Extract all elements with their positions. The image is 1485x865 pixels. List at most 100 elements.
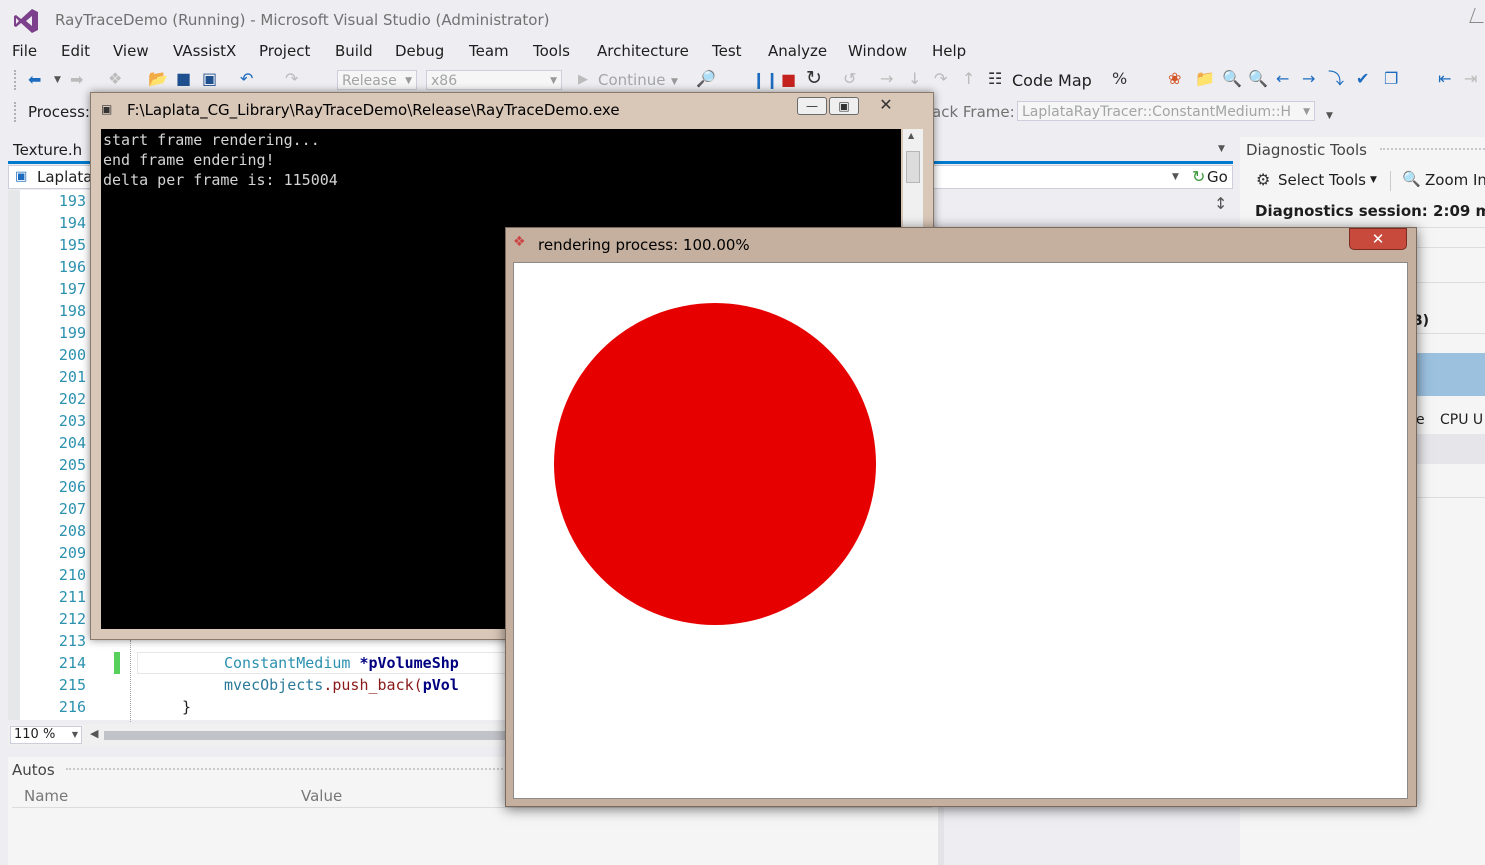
- copy-icon[interactable]: ❐: [1384, 71, 1398, 87]
- timeline-selection[interactable]: [1410, 353, 1485, 396]
- render-window[interactable]: ❖ rendering process: 100.00% ✕: [505, 227, 1417, 807]
- forward-arrow-icon[interactable]: ➡: [70, 72, 83, 88]
- line-number: 213: [58, 632, 86, 650]
- split-window-icon[interactable]: ↕: [1214, 194, 1227, 213]
- menu-build[interactable]: Build: [335, 42, 373, 60]
- menu-view[interactable]: View: [113, 42, 149, 60]
- console-close-button[interactable]: ✕: [861, 97, 911, 113]
- open-folder-icon[interactable]: 📂: [148, 71, 168, 87]
- step-into-icon[interactable]: →: [880, 71, 893, 87]
- stop-debugging-icon[interactable]: ■: [781, 72, 796, 88]
- menu-file[interactable]: File: [12, 42, 37, 60]
- project-scope-select[interactable]: Laplata: [37, 168, 93, 186]
- percent-icon[interactable]: %: [1112, 71, 1127, 87]
- redo-icon[interactable]: ↷: [285, 71, 298, 87]
- render-canvas: [513, 262, 1408, 799]
- find-references-icon[interactable]: 🔍: [1248, 71, 1268, 87]
- find-icon[interactable]: 🔎: [696, 71, 716, 87]
- autos-column-name[interactable]: Name: [24, 787, 68, 805]
- new-project-icon[interactable]: ❖: [108, 71, 122, 87]
- solution-platform-select[interactable]: x86 ▼: [426, 70, 562, 90]
- back-arrow-icon[interactable]: ⬅: [28, 72, 41, 88]
- restart-icon[interactable]: ↻: [806, 69, 822, 88]
- check-icon[interactable]: ✔: [1356, 71, 1369, 87]
- goto-related-icon[interactable]: ⤵: [1328, 71, 1344, 87]
- menu-test[interactable]: Test: [712, 42, 742, 60]
- scrollbar-thumb[interactable]: [906, 151, 920, 183]
- autos-column-value[interactable]: Value: [301, 787, 342, 805]
- step-out-icon[interactable]: ↷: [934, 71, 947, 87]
- table-header: [1410, 434, 1485, 464]
- tab-dropdown-icon[interactable]: ▼: [1218, 144, 1225, 154]
- pane-splitter[interactable]: [938, 805, 944, 865]
- visual-studio-logo-icon: [14, 9, 38, 33]
- menu-tools[interactable]: Tools: [533, 42, 570, 60]
- go-button[interactable]: Go: [1207, 168, 1228, 186]
- line-number: 195: [58, 236, 86, 254]
- console-title: F:\Laplata_CG_Library\RayTraceDemo\Relea…: [127, 101, 620, 119]
- line-number: 198: [58, 302, 86, 320]
- menu-vassistx[interactable]: VAssistX: [173, 42, 236, 60]
- menu-architecture[interactable]: Architecture: [597, 42, 689, 60]
- open-file-icon[interactable]: 📁: [1195, 71, 1215, 87]
- continue-button[interactable]: Continue: [598, 71, 665, 89]
- zoom-in-icon: 🔍: [1402, 170, 1421, 188]
- divider: [1410, 282, 1485, 283]
- save-icon[interactable]: ■: [176, 71, 191, 87]
- menu-project[interactable]: Project: [259, 42, 310, 60]
- console-minimize-button[interactable]: —: [797, 97, 827, 115]
- code-map-button[interactable]: Code Map: [1012, 71, 1092, 90]
- menu-edit[interactable]: Edit: [61, 42, 90, 60]
- line-number: 208: [58, 522, 86, 540]
- horizontal-scrollbar-thumb[interactable]: [104, 731, 524, 740]
- tab-texture-h[interactable]: Texture.h: [13, 141, 82, 159]
- menu-team[interactable]: Team: [469, 42, 509, 60]
- chevron-down-icon[interactable]: ▼: [1370, 175, 1377, 185]
- stack-frame-select[interactable]: LaplataRayTracer::ConstantMedium::H ▼: [1017, 101, 1315, 121]
- step-over-icon[interactable]: ↓: [908, 71, 921, 87]
- vassist-icon[interactable]: ❀: [1168, 71, 1181, 87]
- toolbar-grip[interactable]: [14, 70, 20, 90]
- menu-bar: File Edit View VAssistX Project Build De…: [0, 40, 1485, 64]
- minimize-caption-icon[interactable]: [1469, 8, 1485, 23]
- show-next-statement-icon[interactable]: ↺: [843, 71, 856, 87]
- go-refresh-icon[interactable]: ↻: [1192, 167, 1205, 186]
- line-number: 197: [58, 280, 86, 298]
- goto-back-icon[interactable]: ←: [1276, 71, 1289, 87]
- scroll-left-icon[interactable]: ◀: [90, 727, 98, 740]
- toolbar-grip[interactable]: [14, 102, 20, 122]
- menu-help[interactable]: Help: [932, 42, 966, 60]
- line-number: 205: [58, 456, 86, 474]
- line-number: 199: [58, 324, 86, 342]
- menu-window[interactable]: Window: [848, 42, 907, 60]
- zoom-in-button[interactable]: Zoom In: [1425, 171, 1485, 189]
- outdent-icon[interactable]: ⇤: [1438, 71, 1451, 87]
- menu-debug[interactable]: Debug: [395, 42, 444, 60]
- goto-forward-icon[interactable]: →: [1302, 71, 1315, 87]
- indent-icon[interactable]: ⇥: [1464, 71, 1477, 87]
- step-up-icon[interactable]: ↑: [962, 71, 975, 87]
- render-close-button[interactable]: ✕: [1349, 228, 1407, 250]
- divider: [1410, 247, 1485, 248]
- tab-column-fragment[interactable]: e: [1416, 412, 1425, 428]
- undo-icon[interactable]: ↶: [240, 71, 253, 87]
- continue-play-icon[interactable]: ▶: [578, 72, 588, 88]
- code-map-icon[interactable]: ☷: [988, 71, 1002, 87]
- chevron-down-icon[interactable]: ▼: [1172, 172, 1179, 182]
- save-all-icon[interactable]: ▣: [202, 71, 217, 87]
- zoom-select[interactable]: 110 % ▼: [10, 726, 82, 744]
- chevron-down-icon[interactable]: ▼: [54, 72, 61, 88]
- find-symbol-icon[interactable]: 🔍: [1222, 71, 1242, 87]
- menu-analyze[interactable]: Analyze: [768, 42, 827, 60]
- solution-configuration-select[interactable]: Release ▼: [337, 70, 417, 90]
- select-tools-button[interactable]: Select Tools: [1278, 171, 1366, 189]
- render-app-icon: ❖: [513, 234, 526, 250]
- console-maximize-button[interactable]: ▣: [829, 97, 859, 115]
- toolbar-overflow-icon[interactable]: ▼: [1326, 108, 1333, 124]
- chevron-down-icon[interactable]: ▼: [671, 74, 678, 90]
- divider: [1390, 171, 1391, 191]
- diagnostic-tools-title: Diagnostic Tools: [1246, 141, 1367, 159]
- break-all-pause-icon[interactable]: ❙❙: [752, 72, 779, 88]
- tab-cpu-usage[interactable]: CPU U: [1440, 412, 1483, 428]
- scroll-up-icon[interactable]: ▲: [908, 131, 914, 140]
